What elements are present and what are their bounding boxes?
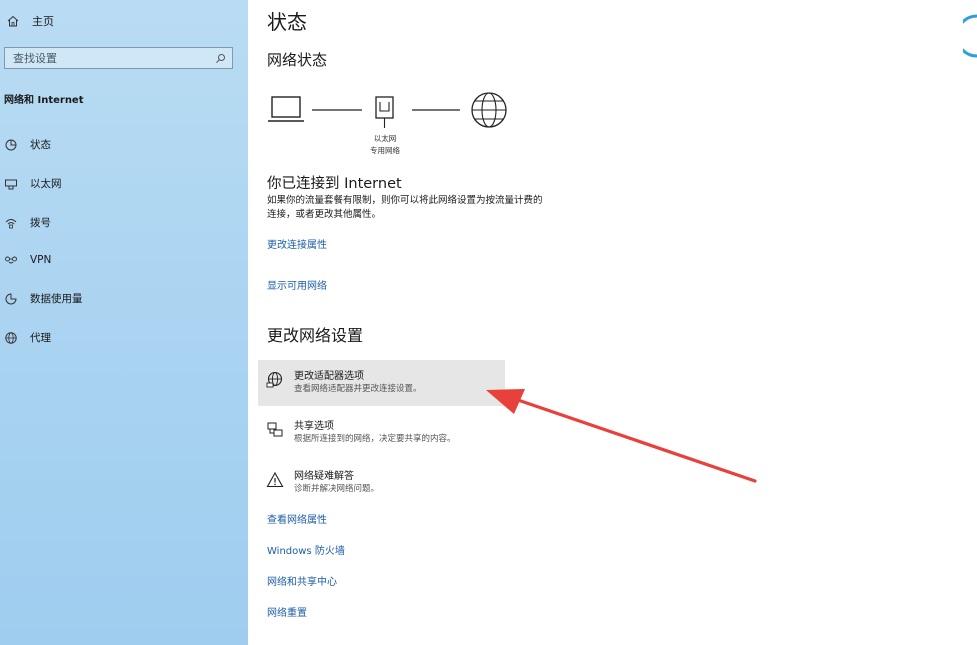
partial-circle-icon (963, 14, 977, 58)
annotation-arrow (486, 389, 757, 483)
